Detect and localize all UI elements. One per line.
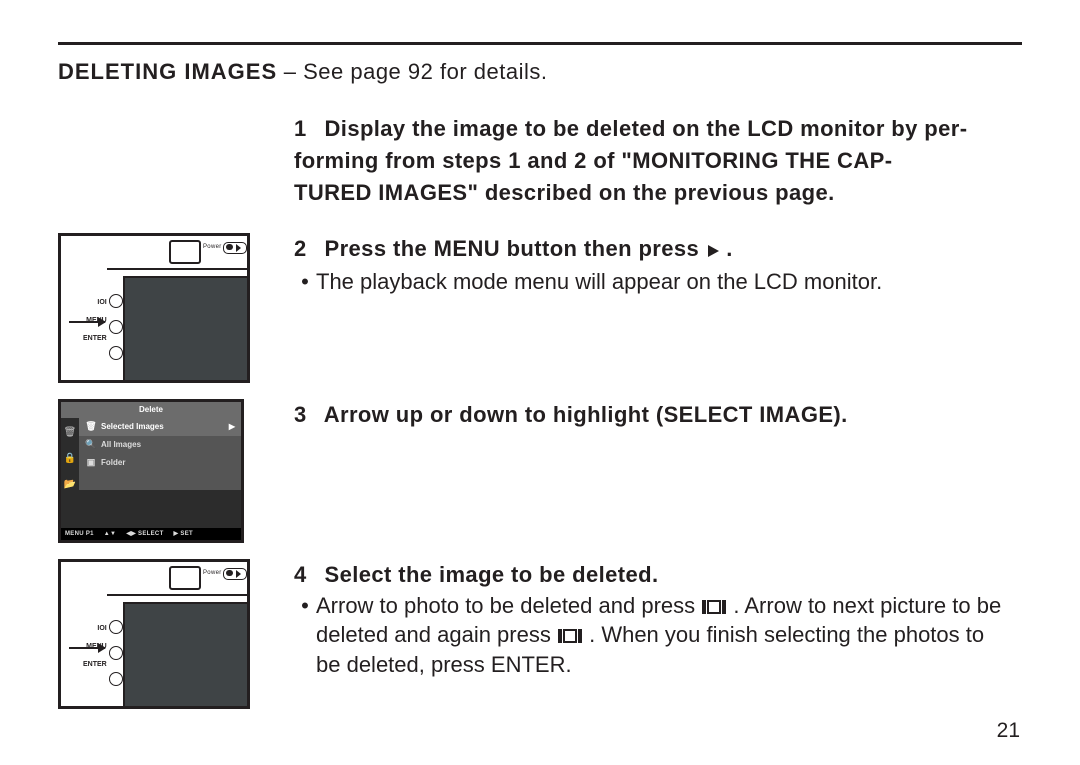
bullet-dot-icon: • — [294, 267, 316, 297]
step-number: 3 — [294, 399, 318, 431]
step-4-body: 4 Select the image to be deleted. • Arro… — [294, 559, 1022, 680]
magnifier-icon: 🔍 — [85, 439, 97, 450]
step-4-instruction: 4 Select the image to be deleted. — [294, 559, 1022, 591]
lcd-screen — [123, 602, 249, 708]
pointer-arrow-icon — [69, 321, 105, 323]
step4-text: Select the image to be deleted. — [325, 562, 659, 587]
trash-icon: 🗑 — [85, 421, 97, 432]
step2-bullet-text: The playback mode menu will appear on th… — [316, 267, 882, 297]
step-number: 1 — [294, 113, 318, 145]
step1-line2a: forming from steps — [294, 148, 508, 173]
step-number: 4 — [294, 559, 318, 591]
step4-bullet: • Arrow to photo to be deleted and press… — [294, 591, 1022, 680]
chevron-right-icon: ▶ — [229, 422, 235, 431]
step-3-row: Delete 🗑 🔒 📂 🗑 Selected Images ▶ 🔍 All I… — [58, 399, 1022, 543]
s4-e: be deleted, press ENTER. — [316, 652, 572, 677]
lcd-top-icon — [169, 566, 201, 590]
step2-text-before: Press the MENU button then press — [325, 236, 706, 261]
bullet-dot-icon: • — [294, 591, 316, 680]
pointer-arrow-icon — [69, 647, 105, 649]
folder-tab-icon: 📂 — [63, 474, 77, 496]
menu-item-label: All Images — [101, 440, 141, 449]
s4-c: deleted and again press — [316, 622, 557, 647]
menu-button-icon — [109, 646, 123, 660]
page-number: 21 — [997, 719, 1020, 743]
step-3-instruction: 3 Arrow up or down to highlight (SELECT … — [294, 399, 1022, 431]
s4-a: Arrow to photo to be deleted and press — [316, 593, 701, 618]
play-triangle-icon — [236, 570, 241, 578]
step3-text: Arrow up or down to highlight (SELECT IM… — [324, 402, 848, 427]
footer-set: ▶ SET — [174, 530, 193, 537]
step4-bullet-body: Arrow to photo to be deleted and press .… — [316, 591, 1001, 680]
s4-d: . When you finish selecting the photos t… — [589, 622, 984, 647]
menu-footer: MENU P1 ▲▼ ◀▶ SELECT ▶ SET — [61, 528, 241, 540]
lcd-top-icon — [169, 240, 201, 264]
menu-title: Delete — [61, 402, 241, 418]
play-triangle-icon — [236, 244, 241, 252]
thumb-col-2: Power IOI MENU ENTER — [58, 233, 294, 383]
mark-button-icon — [557, 628, 583, 644]
camera-diagram-2: Power IOI MENU ENTER — [58, 559, 250, 709]
step-3-body: 3 Arrow up or down to highlight (SELECT … — [294, 399, 1022, 431]
step1-line1: Display the image to be deleted on the L… — [325, 116, 968, 141]
label-ioi: IOI — [83, 620, 107, 638]
menu-item-label: Folder — [101, 458, 125, 467]
side-button-icon — [109, 620, 123, 634]
trash-tab-icon: 🗑 — [63, 422, 77, 444]
thumb-col-4: Power IOI MENU ENTER — [58, 559, 294, 709]
label-enter: ENTER — [83, 656, 107, 674]
heading-rest: – See page 92 for details. — [277, 59, 547, 84]
section-heading: DELETING IMAGES – See page 92 for detail… — [58, 59, 1022, 85]
footer-updown: ▲▼ — [104, 531, 116, 537]
thumb-col-3: Delete 🗑 🔒 📂 🗑 Selected Images ▶ 🔍 All I… — [58, 399, 294, 543]
power-label: Power — [203, 570, 222, 576]
menu-tab-column: 🗑 🔒 📂 — [61, 418, 79, 528]
menu-item-folder: ▣ Folder — [79, 454, 241, 472]
step1-line2mid: and — [527, 148, 574, 173]
camera-diagram-1: Power IOI MENU ENTER — [58, 233, 250, 383]
footer-menu: MENU P1 — [65, 531, 94, 537]
label-enter: ENTER — [83, 330, 107, 348]
lcd-screen — [123, 276, 249, 382]
enter-button-icon — [109, 672, 123, 686]
delete-menu-screenshot: Delete 🗑 🔒 📂 🗑 Selected Images ▶ 🔍 All I… — [58, 399, 244, 543]
power-label: Power — [203, 244, 222, 250]
step2-text-after: . — [726, 236, 733, 261]
step2-bullet: • The playback mode menu will appear on … — [294, 267, 1022, 297]
step-number: 2 — [294, 233, 318, 265]
step-1: 1 Display the image to be deleted on the… — [294, 113, 1022, 209]
menu-button-icon — [109, 320, 123, 334]
menu-panel: 🗑 Selected Images ▶ 🔍 All Images ▣ Folde… — [79, 418, 241, 490]
step1-refnum1: 1 — [508, 145, 521, 177]
step-2-row: Power IOI MENU ENTER 2 Press the MENU bu… — [58, 233, 1022, 383]
right-triangle-icon — [706, 235, 720, 267]
grid-icon: ▣ — [85, 457, 97, 468]
step1-line3: TURED IMAGES" described on the previous … — [294, 180, 835, 205]
top-rule — [58, 42, 1022, 45]
label-ioi: IOI — [83, 294, 107, 312]
s4-b: . Arrow to next picture to be — [733, 593, 1001, 618]
menu-item-label: Selected Images — [101, 422, 164, 431]
side-button-icon — [109, 294, 123, 308]
heading-bold: DELETING IMAGES — [58, 59, 277, 84]
enter-button-icon — [109, 346, 123, 360]
lock-tab-icon: 🔒 — [63, 448, 77, 470]
menu-item-selected-images: 🗑 Selected Images ▶ — [79, 418, 241, 436]
manual-page: DELETING IMAGES – See page 92 for detail… — [0, 0, 1080, 765]
power-switch-icon — [223, 242, 247, 254]
step-4-row: Power IOI MENU ENTER 4 Select the image … — [58, 559, 1022, 709]
step-2-body: 2 Press the MENU button then press . • T… — [294, 233, 1022, 297]
step1-refnum2: 2 — [574, 145, 587, 177]
step1-line2b: of "MONITORING THE CAP- — [593, 148, 892, 173]
power-switch-icon — [223, 568, 247, 580]
menu-item-all-images: 🔍 All Images — [79, 436, 241, 454]
step-2-instruction: 2 Press the MENU button then press . — [294, 233, 1022, 267]
mark-button-icon — [701, 599, 727, 615]
footer-select: ◀▶ SELECT — [126, 530, 163, 537]
